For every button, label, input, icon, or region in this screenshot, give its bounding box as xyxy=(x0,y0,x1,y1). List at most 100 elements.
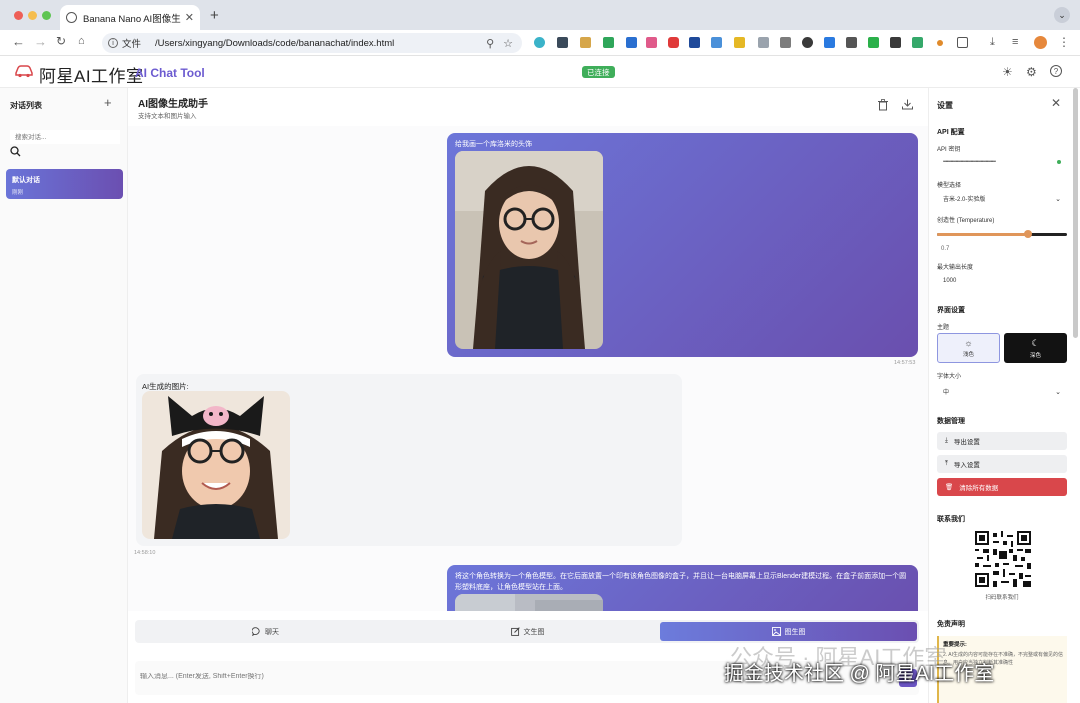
theme-dark-label: 深色 xyxy=(1029,352,1041,359)
download-icon[interactable] xyxy=(902,99,913,110)
browser-menu-icon[interactable]: ⋮ xyxy=(1058,35,1070,49)
extension-icon[interactable] xyxy=(668,37,679,48)
conversation-item[interactable]: 默认对话 刚刚 xyxy=(6,169,123,199)
brand-name-cn: 阿星AI工作室 xyxy=(39,67,144,86)
message-timestamp: 14:57:53 xyxy=(894,360,916,366)
puzzle-extension-icon[interactable] xyxy=(824,37,835,48)
forward-button[interactable]: → xyxy=(34,34,47,49)
settings-scrollbar[interactable] xyxy=(1073,88,1078,338)
user-message: 给我画一个库洛米的头饰 xyxy=(447,133,918,357)
brand-name-en: AI Chat Tool xyxy=(135,66,205,80)
api-key-label: API 密钥 xyxy=(937,147,961,153)
key-valid-indicator xyxy=(1057,159,1061,164)
connection-status-badge: 已连接 xyxy=(582,66,615,78)
slider-handle[interactable] xyxy=(1024,230,1032,238)
uploaded-photo[interactable] xyxy=(455,594,603,611)
extension-icon[interactable] xyxy=(758,37,769,48)
extension-icon[interactable] xyxy=(890,37,901,48)
chat-subtitle: 支持文本和图片输入 xyxy=(138,113,197,120)
chevron-down-icon: ⌄ xyxy=(1055,195,1061,203)
home-button[interactable]: ⌂ xyxy=(78,35,85,47)
sun-theme-icon[interactable]: ☀ xyxy=(1002,65,1013,79)
extension-icon[interactable] xyxy=(802,37,813,48)
close-window-button[interactable] xyxy=(14,11,23,20)
extension-icon[interactable] xyxy=(626,37,637,48)
extension-icon[interactable] xyxy=(734,37,745,48)
back-button[interactable]: ← xyxy=(12,34,25,49)
temperature-slider[interactable] xyxy=(937,230,1067,238)
chevron-down-icon: ⌄ xyxy=(1055,388,1061,396)
tab-text-to-image[interactable]: 文生图 xyxy=(399,622,656,641)
conversation-search-input[interactable] xyxy=(10,130,120,144)
tab-search-button[interactable]: ⌄ xyxy=(1054,7,1070,23)
globe-icon xyxy=(66,12,77,23)
help-icon[interactable]: ? xyxy=(1050,65,1062,77)
reading-list-icon[interactable]: ≡ xyxy=(1012,36,1018,48)
slider-fill xyxy=(937,233,1028,236)
extension-icon[interactable] xyxy=(603,37,614,48)
watermark-juejin: 掘金技术社区 @ 阿星AI工作室 xyxy=(724,663,995,685)
generated-image[interactable] xyxy=(142,391,290,539)
profile-avatar[interactable] xyxy=(1034,36,1047,49)
clear-all-data-button[interactable]: 🗑 清除所有数据 xyxy=(937,478,1067,496)
max-tokens-input[interactable]: 1000 xyxy=(937,273,1067,288)
api-key-field[interactable]: ••••••••••••••••••••••••••••••••••••••••… xyxy=(937,154,1067,169)
extension-icon[interactable] xyxy=(912,37,923,48)
extension-icon[interactable] xyxy=(534,37,545,48)
temperature-value: 0.7 xyxy=(941,246,950,252)
import-settings-button[interactable]: ⤒ 导入设置 xyxy=(937,455,1067,473)
export-settings-button[interactable]: ⤓ 导出设置 xyxy=(937,432,1067,450)
uploaded-photo[interactable] xyxy=(455,151,603,349)
extension-icon[interactable] xyxy=(711,37,722,48)
message-text: 将这个角色转换为一个角色模型。在它后面放置一个印有该角色图像的盒子，并且让一台电… xyxy=(455,573,907,591)
extensions-menu-icon[interactable] xyxy=(957,37,968,48)
theme-dark-button[interactable]: ☾ 深色 xyxy=(1004,333,1067,363)
tab-label: 文生图 xyxy=(523,628,545,636)
new-conversation-button[interactable]: + xyxy=(104,95,112,110)
message-list: 给我画一个库洛米的头饰 14:57:53 AI生成的图片: 14:58:10 将… xyxy=(128,126,928,611)
minimize-window-button[interactable] xyxy=(28,11,37,20)
download-icon[interactable]: ⤓ xyxy=(990,36,995,49)
extension-icon[interactable] xyxy=(846,37,857,48)
api-key-value: ••••••••••••••••••••••••••••••••••••••••… xyxy=(943,158,996,165)
zoom-icon[interactable]: ⚲ xyxy=(486,37,494,50)
font-size-select[interactable]: 中 ⌄ xyxy=(937,384,1067,399)
trash-icon[interactable] xyxy=(878,99,888,111)
extension-icon[interactable] xyxy=(580,37,591,48)
settings-title: 设置 xyxy=(937,101,953,110)
close-tab-icon[interactable]: ✕ xyxy=(185,11,194,24)
disclaimer-heading: 重要提示: xyxy=(943,642,967,648)
tab-chat[interactable]: 聊天 xyxy=(137,622,394,641)
chat-title: AI图像生成助手 xyxy=(138,99,208,110)
browser-tab[interactable]: Banana Nano AI图像生成聊天 ✕ xyxy=(60,5,200,30)
reload-button[interactable]: ↻ xyxy=(56,34,66,48)
extension-icon[interactable] xyxy=(868,37,879,48)
bookmark-star-icon[interactable]: ☆ xyxy=(503,37,513,50)
new-tab-button[interactable]: + xyxy=(210,7,219,24)
gear-icon[interactable]: ⚙ xyxy=(1026,65,1037,79)
ui-section-heading: 界面设置 xyxy=(937,307,965,314)
extension-icon[interactable] xyxy=(689,37,700,48)
theme-light-button[interactable]: ☼ 浅色 xyxy=(937,333,1000,363)
download-icon: ⤓ xyxy=(945,437,948,444)
api-section-heading: API 配置 xyxy=(937,129,965,136)
export-label: 导出设置 xyxy=(953,439,980,446)
browser-tab-bar: Banana Nano AI图像生成聊天 ✕ + ⌄ xyxy=(0,0,1080,30)
font-size-value: 中 xyxy=(943,390,950,396)
browser-toolbar: ← → ↻ ⌂ i 文件 /Users/xingyang/Downloads/c… xyxy=(0,30,1080,56)
maximize-window-button[interactable] xyxy=(42,11,51,20)
moon-icon: ☾ xyxy=(1031,337,1040,348)
search-icon[interactable] xyxy=(10,146,21,157)
extension-icon[interactable] xyxy=(646,37,657,48)
address-bar[interactable]: i 文件 /Users/xingyang/Downloads/code/bana… xyxy=(102,33,522,53)
extension-icon[interactable] xyxy=(557,37,568,48)
info-icon[interactable]: i xyxy=(108,38,118,48)
tab-image-to-image[interactable]: 图生图 xyxy=(660,622,917,641)
url-text[interactable]: /Users/xingyang/Downloads/code/bananacha… xyxy=(155,38,486,49)
extension-icon[interactable] xyxy=(937,40,943,46)
model-select[interactable]: 吉米-2.0-实验版 ⌄ xyxy=(937,191,1067,206)
tab-label: 图生图 xyxy=(784,628,806,636)
model-label: 模型选择 xyxy=(937,183,962,189)
close-settings-icon[interactable]: ✕ xyxy=(1051,96,1061,110)
extension-icon[interactable] xyxy=(780,37,791,48)
